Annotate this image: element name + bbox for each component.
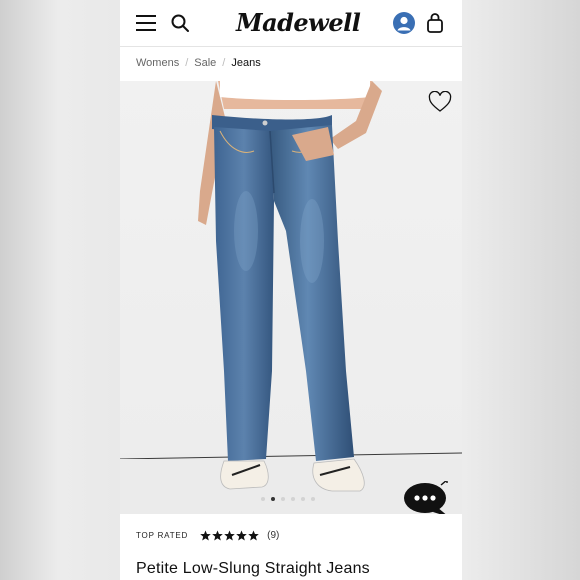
breadcrumb-link-sale[interactable]: Sale bbox=[194, 57, 216, 69]
breadcrumb-separator: / bbox=[185, 57, 189, 69]
chat-bubble-icon[interactable] bbox=[403, 479, 451, 514]
breadcrumb: Womens / Sale / Jeans bbox=[136, 54, 261, 72]
star-icon bbox=[236, 529, 247, 540]
hamburger-menu-icon[interactable] bbox=[136, 15, 156, 31]
pagination-dot[interactable] bbox=[261, 497, 265, 501]
heart-outline-icon[interactable] bbox=[428, 90, 452, 113]
product-photo bbox=[120, 81, 462, 514]
star-rating[interactable] bbox=[200, 529, 259, 541]
top-navigation-bar: Madewell bbox=[120, 0, 462, 47]
user-account-icon[interactable] bbox=[393, 12, 415, 34]
app-screen: Madewell Womens / Sale / Jeans TOP RATED… bbox=[120, 0, 462, 580]
review-count[interactable]: (9) bbox=[267, 530, 279, 541]
pagination-dot[interactable] bbox=[291, 497, 295, 501]
star-icon bbox=[200, 529, 211, 540]
pagination-dot-active[interactable] bbox=[271, 497, 275, 501]
star-icon bbox=[248, 529, 259, 540]
top-rated-badge: TOP RATED bbox=[136, 530, 189, 540]
breadcrumb-current-jeans[interactable]: Jeans bbox=[231, 57, 260, 69]
star-icon bbox=[212, 529, 223, 540]
search-icon[interactable] bbox=[170, 13, 190, 33]
star-icon bbox=[224, 529, 235, 540]
pagination-dot[interactable] bbox=[311, 497, 315, 501]
product-image-gallery[interactable] bbox=[120, 81, 462, 514]
product-title: Petite Low-Slung Straight Jeans bbox=[136, 560, 370, 577]
pagination-dot[interactable] bbox=[301, 497, 305, 501]
breadcrumb-link-womens[interactable]: Womens bbox=[136, 57, 179, 69]
brand-logo[interactable]: Madewell bbox=[236, 8, 361, 38]
gallery-pagination bbox=[261, 497, 315, 501]
shopping-bag-icon[interactable] bbox=[426, 12, 444, 34]
pagination-dot[interactable] bbox=[281, 497, 285, 501]
breadcrumb-separator: / bbox=[222, 57, 226, 69]
rating-row: TOP RATED (9) bbox=[136, 528, 279, 542]
